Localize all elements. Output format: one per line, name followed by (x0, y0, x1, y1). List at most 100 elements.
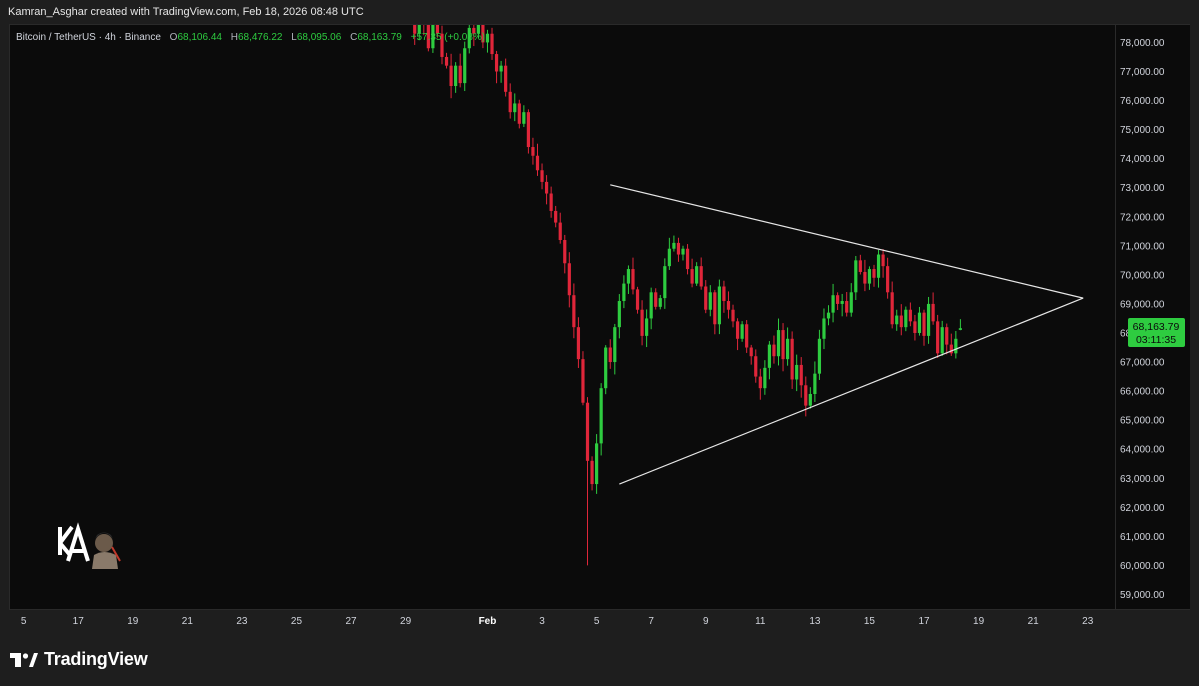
candle-down (504, 65, 508, 92)
y-tick-label: 67,000.00 (1120, 358, 1165, 369)
x-tick-label: 29 (400, 616, 412, 627)
candle-down (690, 269, 694, 284)
candle-down (886, 266, 890, 293)
candle-down (881, 254, 885, 267)
candle-down (772, 344, 776, 357)
x-tick-label: 15 (864, 616, 876, 627)
y-tick-label: 65,000.00 (1120, 416, 1165, 427)
candle-down (444, 56, 449, 66)
tradingview-logo-icon (10, 652, 38, 667)
candle-up (667, 248, 671, 267)
candle-up (822, 318, 826, 339)
candle-up (409, 5, 412, 17)
candle-up (867, 269, 872, 284)
tradingview-logo[interactable]: TradingView (10, 649, 148, 670)
candle-down (413, 25, 417, 34)
last-price-tag: 68,163.79 03:11:35 (1128, 318, 1185, 347)
candle-up (604, 347, 608, 389)
triangle-upper-trendline[interactable] (610, 184, 1084, 299)
candle-up (626, 269, 631, 284)
y-tick-label: 76,000.00 (1120, 96, 1165, 107)
candle-up (499, 65, 503, 72)
candle-down (890, 292, 894, 325)
candle-up (708, 292, 712, 310)
y-tick-label: 77,000.00 (1120, 67, 1165, 78)
candle-down (749, 347, 753, 357)
x-tick-label: 21 (182, 616, 194, 627)
candle-down (581, 359, 585, 403)
x-tick-label: 3 (539, 616, 545, 627)
candle-up (595, 443, 599, 485)
candle-up (954, 338, 958, 354)
candle-up (463, 48, 467, 84)
y-tick-label: 66,000.00 (1120, 387, 1165, 398)
candle-up (831, 295, 835, 313)
candle-down (754, 356, 758, 377)
candle-down (635, 289, 640, 310)
candle-down (531, 147, 535, 156)
x-tick-label: 17 (73, 616, 85, 627)
author-watermark-logo (58, 522, 121, 569)
tradingview-logo-text: TradingView (44, 649, 148, 669)
x-tick-label: 19 (127, 616, 139, 627)
candle-down (699, 266, 703, 287)
x-tick-label: 9 (703, 616, 709, 627)
candle-down (731, 309, 735, 322)
candle-down (845, 301, 849, 313)
candle-up (645, 318, 649, 336)
candle-down (936, 321, 940, 354)
y-tick-label: 75,000.00 (1120, 125, 1165, 136)
x-tick-label: 21 (1028, 616, 1040, 627)
footer-bar (0, 632, 1199, 686)
candle-up (649, 292, 653, 319)
x-tick-label: 27 (345, 616, 357, 627)
candle-down (540, 170, 544, 182)
candle-down (836, 295, 840, 304)
candle-up (740, 324, 744, 339)
candle-up (849, 292, 853, 313)
candle-up (672, 242, 676, 249)
candle-up (895, 315, 899, 325)
candle-down (567, 263, 571, 296)
y-tick-label: 70,000.00 (1120, 270, 1165, 281)
symbol-name[interactable]: Bitcoin / TetherUS · 4h · Binance (16, 32, 161, 43)
candle-down (735, 321, 740, 339)
y-tick-label: 62,000.00 (1120, 503, 1165, 514)
x-tick-label: 11 (755, 616, 766, 627)
candle-down (654, 292, 658, 307)
candle-down (563, 240, 567, 264)
candle-down (931, 303, 935, 322)
candle-down (899, 315, 903, 328)
candle-down (790, 338, 794, 380)
candle-down (517, 103, 521, 124)
y-tick-label: 61,000.00 (1120, 532, 1165, 543)
last-price-value: 68,163.79 (1133, 321, 1180, 333)
candle-down (945, 327, 949, 345)
y-tick-label: 78,000.00 (1120, 38, 1165, 49)
candle-down (572, 295, 576, 328)
x-tick-label: 7 (648, 616, 654, 627)
candle-up (840, 301, 844, 304)
candle-down (508, 91, 512, 113)
candle-up (613, 327, 617, 363)
triangle-lower-trendline[interactable] (619, 297, 1084, 485)
y-tick-label: 72,000.00 (1120, 212, 1165, 223)
candle-down (781, 330, 785, 360)
x-tick-label: 19 (973, 616, 985, 627)
candle-down (544, 181, 549, 194)
candle-up (826, 312, 831, 319)
candle-up (926, 303, 931, 336)
candle-down (704, 286, 708, 310)
candle-up (485, 33, 490, 43)
high-value: 68,476.22 (237, 32, 283, 43)
candle-up (795, 364, 799, 380)
x-tick-label: 25 (291, 616, 303, 627)
candle-down (422, 16, 425, 25)
candle-up (958, 328, 962, 330)
y-tick-label: 71,000.00 (1120, 241, 1165, 252)
candle-down (458, 65, 462, 84)
candle-up (904, 309, 908, 328)
candle-up (854, 260, 858, 293)
candle-up (617, 301, 621, 328)
y-tick-label: 69,000.00 (1120, 299, 1165, 310)
